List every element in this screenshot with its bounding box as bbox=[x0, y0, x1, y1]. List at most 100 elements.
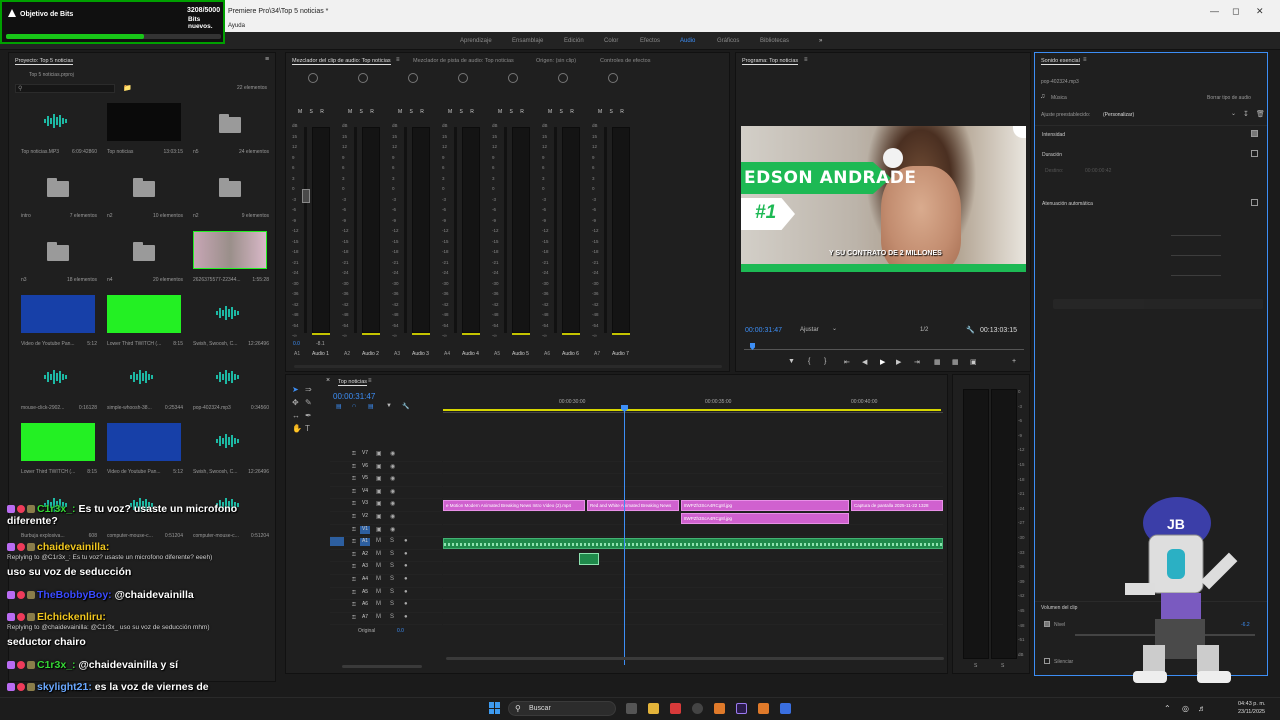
mark-in-icon[interactable]: { bbox=[808, 358, 810, 365]
lock-icon[interactable]: ⚿ bbox=[352, 527, 356, 533]
clock-time[interactable]: 04:43 p. m. bbox=[1238, 701, 1266, 707]
mute-solo-record[interactable]: M S R bbox=[398, 109, 432, 115]
project-search-input[interactable]: ⚲ bbox=[15, 84, 115, 93]
video-clip[interactable]: Red and White Animated Breaking News bbox=[587, 500, 679, 512]
mute-icon[interactable]: M bbox=[376, 538, 381, 544]
workspace-tab-graphics[interactable]: Gráficos bbox=[717, 38, 739, 44]
mic-icon[interactable]: ● bbox=[404, 563, 408, 569]
ripple-edit-icon[interactable]: ✥ bbox=[292, 398, 299, 407]
windows-start-icon[interactable] bbox=[489, 702, 501, 714]
new-bin-icon[interactable]: 📁 bbox=[123, 84, 132, 92]
workspace-tab-audio[interactable]: Audio bbox=[680, 38, 695, 44]
lock-icon[interactable]: ⚿ bbox=[352, 539, 356, 545]
selection-tool-icon[interactable]: ➤ bbox=[292, 385, 299, 394]
timeline-tab[interactable]: Top noticias bbox=[338, 379, 368, 386]
eye-icon[interactable]: ◉ bbox=[390, 475, 395, 482]
work-area-bar[interactable] bbox=[443, 409, 941, 411]
track-label[interactable]: V2 bbox=[360, 513, 370, 521]
timeline-timecode[interactable]: 00:00:31:47 bbox=[333, 392, 375, 401]
track-header[interactable]: ⚿ V7 ▣ ◉ bbox=[330, 449, 442, 462]
add-button-icon[interactable]: + bbox=[1012, 358, 1016, 365]
eye-icon[interactable]: ◉ bbox=[390, 500, 395, 507]
source-patch-a1[interactable] bbox=[330, 537, 344, 546]
track-name[interactable]: Audio 4 bbox=[462, 351, 479, 357]
workspace-tab-color[interactable]: Color bbox=[604, 38, 618, 44]
clock-date[interactable]: 23/11/2025 bbox=[1238, 709, 1265, 715]
track-label[interactable]: A1 bbox=[360, 538, 370, 547]
track-header[interactable]: ⚿ A4 M S ● bbox=[330, 575, 442, 588]
pan-knob[interactable] bbox=[458, 73, 468, 83]
pan-knob[interactable] bbox=[608, 73, 618, 83]
project-item[interactable]: Swish, Swoosh, C... 12:26496 bbox=[189, 295, 271, 353]
track-label[interactable]: A3 bbox=[360, 563, 370, 571]
panel-menu-icon[interactable]: ≡ bbox=[396, 57, 400, 63]
tab-track-mixer[interactable]: Mezclador de pista de audio: Top noticia… bbox=[413, 58, 514, 64]
track-label[interactable]: V3 bbox=[360, 500, 370, 508]
track-name[interactable]: Audio 6 bbox=[562, 351, 579, 357]
toggle-output-icon[interactable]: ▣ bbox=[376, 475, 382, 482]
chat-username[interactable]: C1r3x_: bbox=[37, 659, 76, 671]
track-lane[interactable] bbox=[443, 550, 943, 563]
tab-clip-mixer[interactable]: Mezclador del clip de audio: Top noticia… bbox=[292, 58, 391, 65]
lock-icon[interactable]: ⚿ bbox=[352, 514, 356, 520]
project-item[interactable]: intro 7 elementos bbox=[17, 167, 99, 225]
track-label[interactable]: V4 bbox=[360, 488, 370, 496]
project-item[interactable]: Swish, Swoosh, C... 12:26496 bbox=[189, 423, 271, 481]
pan-knob[interactable] bbox=[308, 73, 318, 83]
toggle-output-icon[interactable]: ▣ bbox=[376, 488, 382, 495]
mute-icon[interactable]: M bbox=[376, 589, 381, 595]
project-item[interactable]: Video de Youtube Pan... 5:12 bbox=[17, 295, 99, 353]
settings-wrench-icon[interactable]: 🔧 bbox=[402, 403, 409, 410]
mic-icon[interactable]: ● bbox=[404, 614, 408, 620]
delete-preset-icon[interactable]: 🗑 bbox=[1256, 110, 1265, 118]
section-duration[interactable]: Duración bbox=[1042, 152, 1062, 158]
chat-username[interactable]: skylight21: bbox=[37, 681, 92, 693]
track-name[interactable]: Audio 3 bbox=[412, 351, 429, 357]
lock-icon[interactable]: ⚿ bbox=[352, 615, 356, 621]
lock-icon[interactable]: ⚿ bbox=[352, 451, 356, 457]
track-header[interactable]: ⚿ V1 ▣ ◉ bbox=[330, 525, 442, 538]
solo-right[interactable]: S bbox=[1001, 663, 1004, 669]
task-view-icon[interactable] bbox=[626, 703, 637, 714]
app-icon-3[interactable] bbox=[780, 703, 791, 714]
track-label[interactable]: V6 bbox=[360, 463, 370, 471]
track-lane[interactable] bbox=[443, 562, 943, 575]
lock-icon[interactable]: ⚿ bbox=[352, 501, 356, 507]
toggle-output-icon[interactable]: ▣ bbox=[376, 513, 382, 520]
track-header[interactable]: ⚿ V6 ▣ ◉ bbox=[330, 462, 442, 475]
mute-icon[interactable]: M bbox=[376, 551, 381, 557]
lock-icon[interactable]: ⚿ bbox=[352, 564, 356, 570]
mute-solo-record[interactable]: M S R bbox=[498, 109, 532, 115]
save-preset-icon[interactable]: ↧ bbox=[1243, 110, 1249, 118]
app-icon-2[interactable] bbox=[758, 703, 769, 714]
solo-icon[interactable]: S bbox=[390, 551, 394, 557]
track-header[interactable]: ⚿ V5 ▣ ◉ bbox=[330, 474, 442, 487]
essential-sound-title[interactable]: Sonido esencial bbox=[1041, 58, 1080, 65]
premiere-icon[interactable] bbox=[736, 703, 747, 714]
mark-out-icon[interactable]: } bbox=[824, 358, 826, 365]
track-lane[interactable] bbox=[443, 525, 943, 538]
add-marker-icon[interactable]: ▼ bbox=[788, 358, 795, 365]
lock-icon[interactable]: ⚿ bbox=[352, 476, 356, 482]
track-header[interactable]: ⚿ V3 ▣ ◉ bbox=[330, 499, 442, 512]
timeline-zoom-scrollbar[interactable] bbox=[342, 665, 422, 668]
timeline-playhead[interactable] bbox=[624, 405, 625, 665]
project-item[interactable]: Lower Third TWITCH (... 8:15 bbox=[103, 295, 185, 353]
eye-icon[interactable]: ◉ bbox=[390, 526, 395, 533]
lock-icon[interactable]: ⚿ bbox=[352, 464, 356, 470]
program-monitor-title[interactable]: Programa: Top noticias bbox=[742, 58, 799, 65]
mic-icon[interactable]: ● bbox=[404, 601, 408, 607]
track-lane[interactable] bbox=[443, 575, 943, 588]
step-forward-icon[interactable]: ▶ bbox=[896, 358, 901, 366]
intensity-checkbox[interactable] bbox=[1251, 130, 1258, 137]
play-icon[interactable]: ▶ bbox=[880, 358, 885, 366]
type-tool-icon[interactable]: T bbox=[305, 424, 310, 433]
project-item[interactable]: n4 20 elementos bbox=[103, 231, 185, 289]
lock-icon[interactable]: ⚿ bbox=[352, 590, 356, 596]
panel-menu-icon[interactable]: ≡ bbox=[1083, 57, 1087, 63]
mic-icon[interactable]: ● bbox=[404, 576, 408, 582]
minimize-icon[interactable]: — bbox=[1210, 6, 1219, 16]
workspace-tab-libraries[interactable]: Bibliotecas bbox=[760, 38, 789, 44]
track-header[interactable]: ⚿ V2 ▣ ◉ bbox=[330, 512, 442, 525]
solo-icon[interactable]: S bbox=[390, 576, 394, 582]
